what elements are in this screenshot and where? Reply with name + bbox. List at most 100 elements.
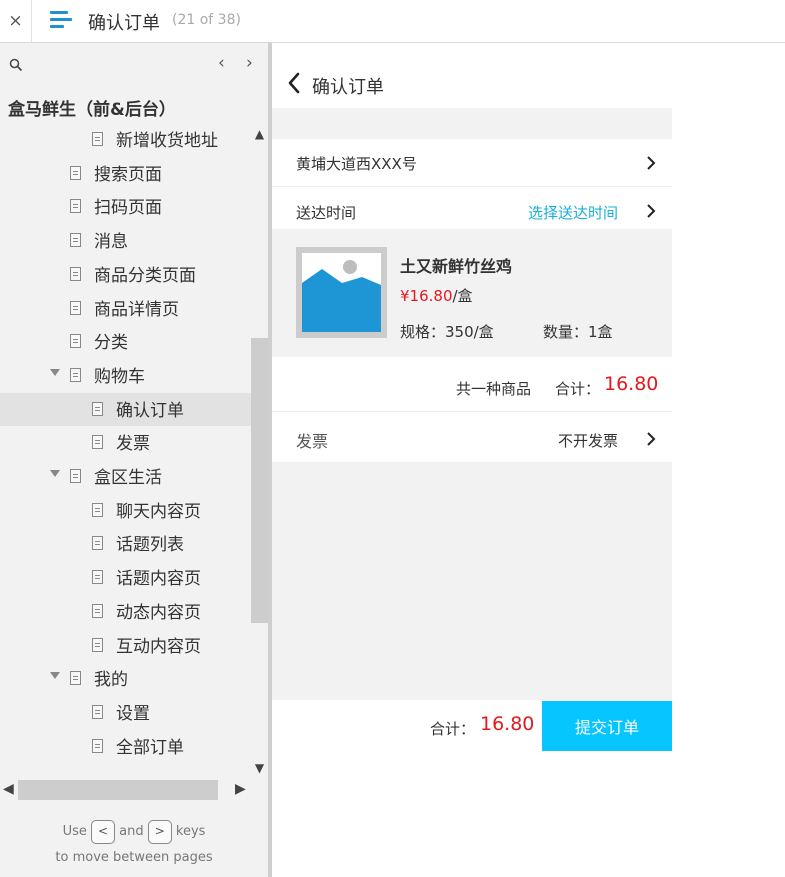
expand-triangle-icon[interactable] [50,470,60,477]
sidebar-item-label: 商品分类页面 [94,265,196,286]
page-icon [70,199,81,214]
confirm-order-screen: 确认订单 黄埔大道西XXX号 送达时间 选择送达时间 土又新鲜竹丝鸡 ¥16.8… [272,43,672,763]
sidebar-item[interactable]: 新增收货地址 [0,125,251,156]
menu-icon[interactable] [50,11,72,31]
horizontal-scrollbar-thumb[interactable] [18,780,218,800]
checkout-total-value: 16.80 [480,713,535,735]
sidebar-item[interactable]: 设置 [0,696,251,729]
page-icon [92,502,103,517]
close-button[interactable]: × [0,0,32,42]
sidebar-item[interactable]: 发票 [0,426,251,459]
keyboard-hint: Use < and > keys to move between pages [0,819,268,871]
page-icon [92,435,103,450]
sidebar-item[interactable]: 商品详情页 [0,292,251,325]
sidebar-item-label: 动态内容页 [116,602,201,623]
project-title: 盒马鲜生（前&后台） [8,100,176,120]
prev-page-chevron-icon[interactable]: ‹ [218,53,225,73]
sidebar-item-label: 搜索页面 [94,164,162,185]
scroll-up-icon[interactable]: ▲ [251,127,268,141]
product-spec: 规格：350/盒 [400,323,494,341]
sidebar-item[interactable]: 商品分类页面 [0,258,251,291]
sidebar-item[interactable]: 购物车 [0,359,251,392]
sidebar-item-label: 扫码页面 [94,198,162,219]
product-name: 土又新鲜竹丝鸡 [400,257,513,276]
page-icon [92,603,103,618]
sidebar-item-label: 消息 [94,232,128,253]
page-icon [70,233,81,248]
page-icon [92,536,103,551]
sidebar-item-label: 互动内容页 [116,636,201,657]
divider-band [272,108,672,139]
current-page-title: 确认订单 [88,13,160,34]
search-icon[interactable] [9,58,23,72]
page-icon [92,401,103,416]
page-icon [70,367,81,382]
sidebar-item-label: 话题内容页 [116,569,201,590]
chevron-right-icon [647,432,656,446]
page-icon [70,165,81,180]
next-page-chevron-icon[interactable]: › [246,53,253,73]
product-item[interactable]: 土又新鲜竹丝鸡 ¥16.80/盒 规格：350/盒 数量：1盒 [272,229,672,357]
sidebar-item[interactable]: 消息 [0,224,251,257]
sidebar-item[interactable]: 聊天内容页 [0,494,251,527]
sidebar-item-label: 全部订单 [116,737,184,758]
scroll-down-icon[interactable]: ▼ [251,761,268,775]
sidebar-item-label: 聊天内容页 [116,501,201,522]
sidebar-item-label: 分类 [94,333,128,354]
horizontal-scrollbar[interactable]: ◀ ▶ [0,780,251,800]
page-icon [92,704,103,719]
page-icon [92,132,103,146]
expand-triangle-icon[interactable] [50,368,60,376]
invoice-row[interactable]: 发票 不开发票 [272,412,672,462]
delivery-time-label: 送达时间 [296,204,357,222]
page-icon [70,469,81,483]
address-row[interactable]: 黄埔大道西XXX号 [272,139,672,187]
sidebar-item-label: 我的 [94,670,128,691]
page-icon [92,637,103,652]
sidebar-item[interactable]: 确认订单 [0,392,251,426]
sidebar: ‹ › 盒马鲜生（前&后台） 新增收货地址搜索页面扫码页面消息商品分类页面 商品详… [0,43,268,877]
select-delivery-time-link[interactable]: 选择送达时间 [528,202,618,223]
page-icon [92,738,103,753]
submit-order-button[interactable]: 提交订单 [542,701,672,751]
sidebar-item-label: 新增收货地址 [116,131,218,151]
image-placeholder-icon [302,260,381,332]
prototype-canvas: 确认订单 黄埔大道西XXX号 送达时间 选择送达时间 土又新鲜竹丝鸡 ¥16.8… [272,43,785,877]
address-text: 黄埔大道西XXX号 [296,155,417,173]
sidebar-item[interactable]: 扫码页面 [0,190,251,223]
sidebar-item[interactable]: 分类 [0,325,251,358]
sidebar-item[interactable]: 话题内容页 [0,561,251,594]
prev-key-icon: < [91,819,115,844]
sidebar-item[interactable]: 全部订单 [0,730,251,763]
sidebar-item[interactable]: 动态内容页 [0,595,251,628]
empty-area [272,462,672,700]
page-count: (21 of 38) [172,12,241,28]
checkout-bar: 合计： 16.80 提交订单 [272,700,672,752]
sidebar-item[interactable]: 盒区生活 [0,460,251,493]
scroll-left-icon[interactable]: ◀ [3,781,14,797]
scroll-right-icon[interactable]: ▶ [235,781,246,797]
sidebar-item[interactable]: 我的 [0,662,251,695]
sidebar-item[interactable]: 话题列表 [0,527,251,560]
order-summary: 共一种商品 合计： 16.80 [272,357,672,412]
product-image [296,247,387,338]
sidebar-item-label: 商品详情页 [94,299,179,320]
page-tree: 新增收货地址搜索页面扫码页面消息商品分类页面 商品详情页分类购物车确认订单发票盒区… [0,125,251,773]
sidebar-item[interactable]: 搜索页面 [0,157,251,190]
sidebar-item-label: 发票 [116,434,150,455]
product-quantity: 数量：1盒 [543,323,613,341]
expand-triangle-icon[interactable] [50,672,60,680]
sidebar-item[interactable]: 互动内容页 [0,629,251,662]
vertical-scrollbar-thumb[interactable] [251,338,268,623]
delivery-time-row[interactable]: 送达时间 选择送达时间 [272,187,672,229]
sidebar-item-label: 话题列表 [116,535,184,556]
back-chevron-icon[interactable] [286,71,302,95]
page-title: 确认订单 [312,77,384,98]
chevron-right-icon [647,156,656,170]
next-key-icon: > [147,819,172,844]
page-icon [70,266,81,281]
top-bar: × 确认订单 (21 of 38) [0,0,785,43]
invoice-label: 发票 [296,432,329,451]
vertical-scrollbar[interactable]: ▲ ▼ [251,125,268,781]
sidebar-item-label: 确认订单 [116,400,184,421]
